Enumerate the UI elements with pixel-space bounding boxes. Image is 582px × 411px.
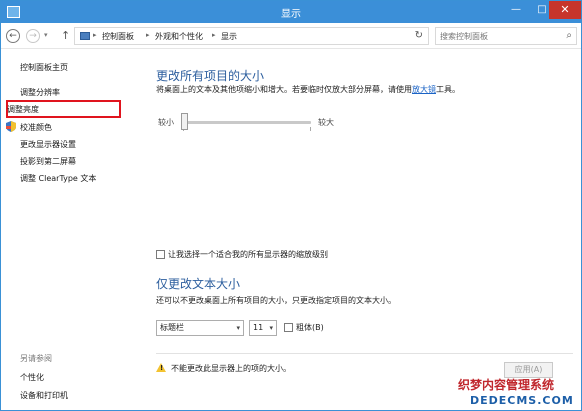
chevron-down-icon: ▾ (236, 324, 240, 332)
description-text: 将桌面上的文本及其他项缩小和增大。若要临时仅放大部分屏幕，请使用 (156, 85, 412, 94)
breadcrumb-control-panel[interactable]: 控制面板 (102, 31, 134, 42)
watermark-domain: DEDECMS.COM (470, 394, 574, 407)
search-input[interactable] (440, 30, 558, 42)
watermark-logo: 织梦内容管理系统 DEDECMS.COM (456, 375, 580, 409)
slider-min-label: 较小 (158, 118, 174, 127)
breadcrumb[interactable]: ▸ 控制面板 ▸ 外观和个性化 ▸ 显示 ↻ (74, 27, 429, 45)
sidebar-item-brightness[interactable]: 调整亮度 (7, 104, 39, 115)
control-panel-icon (80, 32, 90, 40)
size-slider-track[interactable] (183, 121, 311, 124)
text-size-heading: 仅更改文本大小 (156, 277, 241, 291)
text-size-description: 还可以不更改桌面上所有项目的大小，只更改指定项目的文本大小。 (156, 296, 396, 305)
watermark-title: 织梦内容管理系统 (458, 378, 555, 392)
breadcrumb-separator: ▸ (93, 31, 97, 39)
minimize-button[interactable]: — (503, 1, 529, 19)
search-box[interactable]: ⌕ (435, 27, 577, 45)
breadcrumb-appearance[interactable]: 外观和个性化 (155, 31, 203, 42)
forward-button[interactable]: → (26, 29, 40, 43)
close-button[interactable]: ✕ (549, 1, 581, 19)
warning-mark: ! (160, 364, 164, 372)
sidebar: 控制面板主页 调整分辨率 调整亮度 校准颜色 更改显示器设置 投影到第二屏幕 调… (1, 50, 141, 410)
size-slider-thumb[interactable] (181, 113, 188, 130)
description-suffix: 工具。 (436, 85, 460, 94)
divider (156, 353, 573, 354)
page-title: 更改所有项目的大小 (156, 69, 265, 83)
warning-text: 不能更改此显示器上的项的大小。 (171, 364, 291, 373)
font-size-value: 11 (253, 323, 264, 332)
address-bar: ← → ▾ ↑ ▸ 控制面板 ▸ 外观和个性化 ▸ 显示 ↻ ⌕ (1, 23, 581, 49)
sidebar-item-display-settings[interactable]: 更改显示器设置 (20, 139, 76, 150)
item-select-value: 标题栏 (160, 323, 184, 332)
breadcrumb-separator: ▸ (212, 31, 216, 39)
refresh-icon[interactable]: ↻ (415, 30, 423, 41)
sidebar-item-cleartype[interactable]: 调整 ClearType 文本 (20, 173, 96, 184)
back-button[interactable]: ← (6, 29, 20, 43)
item-select[interactable]: 标题栏 ▾ (156, 320, 244, 336)
breadcrumb-separator: ▸ (146, 31, 150, 39)
chevron-down-icon: ▾ (269, 324, 273, 332)
slider-ticks (183, 127, 311, 131)
see-also-heading: 另请参阅 (20, 354, 52, 363)
sidebar-item-control-panel-home[interactable]: 控制面板主页 (20, 62, 68, 73)
bold-label[interactable]: 粗体(B) (296, 322, 324, 333)
shield-icon (6, 121, 16, 132)
window-title: 显示 (281, 9, 301, 20)
search-icon[interactable]: ⌕ (566, 30, 572, 41)
window: 显示 — □ ✕ ← → ▾ ↑ ▸ 控制面板 ▸ 外观和个性化 ▸ 显示 ↻ … (0, 0, 582, 411)
breadcrumb-display[interactable]: 显示 (221, 31, 237, 42)
custom-scaling-checkbox[interactable] (156, 250, 165, 259)
sidebar-item-project-second-screen[interactable]: 投影到第二屏幕 (20, 156, 76, 167)
magnifier-link[interactable]: 放大镜 (412, 85, 436, 94)
sidebar-item-calibrate-color[interactable]: 校准颜色 (20, 122, 52, 133)
sidebar-item-devices-printers[interactable]: 设备和打印机 (20, 390, 68, 401)
sidebar-item-resolution[interactable]: 调整分辨率 (20, 87, 60, 98)
history-dropdown-icon[interactable]: ▾ (44, 31, 48, 39)
up-button[interactable]: ↑ (61, 29, 70, 42)
title-bar[interactable]: 显示 — □ ✕ (1, 1, 581, 23)
sidebar-item-personalization[interactable]: 个性化 (20, 372, 44, 383)
slider-max-label: 较大 (318, 118, 334, 127)
bold-checkbox[interactable] (284, 323, 293, 332)
main-content: 更改所有项目的大小 将桌面上的文本及其他项缩小和增大。若要临时仅放大部分屏幕，请… (141, 50, 581, 410)
size-description: 将桌面上的文本及其他项缩小和增大。若要临时仅放大部分屏幕，请使用放大镜工具。 (156, 84, 460, 95)
custom-scaling-label[interactable]: 让我选择一个适合我的所有显示器的缩放级别 (168, 249, 328, 260)
font-size-select[interactable]: 11 ▾ (249, 320, 277, 336)
